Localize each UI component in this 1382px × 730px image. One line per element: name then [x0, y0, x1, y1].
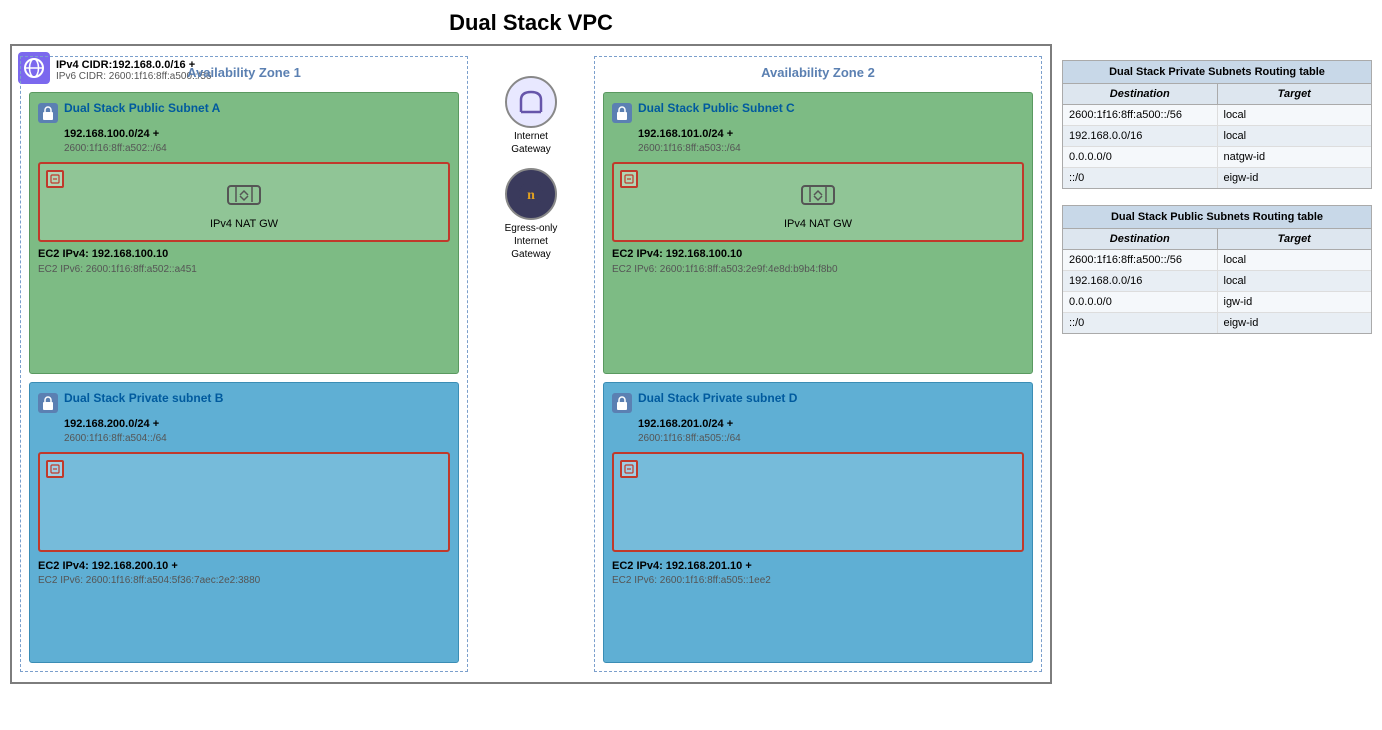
nat-gw-icon-c	[798, 174, 838, 214]
az2-column: Availability Zone 2 Dual Stack Public Su…	[594, 56, 1042, 672]
private-rt-dest-1: 192.168.0.0/16	[1063, 126, 1218, 146]
egress-gw-icon: n	[505, 168, 557, 220]
public-rt-target-2: igw-id	[1218, 292, 1372, 312]
private-rt-row-3: ::/0 eigw-id	[1063, 168, 1371, 188]
ec2-ipv4-b: EC2 IPv4: 192.168.200.10 +	[38, 558, 450, 575]
subnet-c-ipv6: 2600:1f16:8ff:a503::/64	[638, 142, 1024, 156]
resource-icon-nat-a	[46, 170, 64, 188]
resource-icon-ec2-d	[620, 460, 638, 478]
svg-text:n: n	[527, 188, 535, 203]
ec2-box-d	[612, 452, 1024, 552]
subnet-b-header: Dual Stack Private subnet B	[38, 391, 450, 413]
private-rt-header: Dual Stack Private Subnets Routing table	[1063, 61, 1371, 84]
private-rt-col1: Destination	[1063, 84, 1218, 104]
subnet-c-ipv4: 192.168.101.0/24 +	[638, 127, 1024, 142]
private-rt-target-2: natgw-id	[1218, 147, 1372, 167]
egress-gw-label: Egress-only Internet Gateway	[496, 222, 566, 261]
public-rt-dest-3: ::/0	[1063, 313, 1218, 333]
lock-icon-b	[38, 393, 58, 413]
lock-icon-d	[612, 393, 632, 413]
public-rt-col1: Destination	[1063, 229, 1218, 249]
lock-icon-a	[38, 103, 58, 123]
ec2-box-b	[38, 452, 450, 552]
subnet-private-d: Dual Stack Private subnet D 192.168.201.…	[603, 382, 1033, 664]
private-rt-dest-2: 0.0.0.0/0	[1063, 147, 1218, 167]
internet-gw-wrapper: Internet Gateway	[496, 76, 566, 156]
subnet-d-ipv6: 2600:1f16:8ff:a505::/64	[638, 432, 1024, 446]
public-rt-row-0: 2600:1f16:8ff:a500::/56 local	[1063, 250, 1371, 271]
public-rt-col2: Target	[1218, 229, 1372, 249]
public-rt-target-0: local	[1218, 250, 1372, 270]
private-rt-dest-0: 2600:1f16:8ff:a500::/56	[1063, 105, 1218, 125]
subnet-d-title: Dual Stack Private subnet D	[638, 391, 797, 407]
routing-tables: Dual Stack Private Subnets Routing table…	[1062, 10, 1372, 720]
subnet-public-a: Dual Stack Public Subnet A 192.168.100.0…	[29, 92, 459, 374]
subnet-a-ipv4: 192.168.100.0/24 +	[64, 127, 450, 142]
subnet-public-c: Dual Stack Public Subnet C 192.168.101.0…	[603, 92, 1033, 374]
subnet-a-title: Dual Stack Public Subnet A	[64, 101, 220, 117]
internet-gw-label: Internet Gateway	[496, 130, 566, 156]
nat-gw-box-a: IPv4 NAT GW	[38, 162, 450, 242]
middle-gateways: Internet Gateway n Egress-only Internet …	[476, 46, 586, 682]
public-rt-row-2: 0.0.0.0/0 igw-id	[1063, 292, 1371, 313]
public-routing-table: Dual Stack Public Subnets Routing table …	[1062, 205, 1372, 334]
subnet-b-ipv4: 192.168.200.0/24 +	[64, 417, 450, 432]
ec2-ipv4-d: EC2 IPv4: 192.168.201.10 +	[612, 558, 1024, 575]
subnet-private-b: Dual Stack Private subnet B 192.168.200.…	[29, 382, 459, 664]
private-rt-target-3: eigw-id	[1218, 168, 1372, 188]
ec2-ipv4-c: EC2 IPv4: 192.168.100.10	[612, 246, 1024, 263]
az1-title: Availability Zone 1	[29, 65, 459, 80]
ec2-ipv6-a: EC2 IPv6: 2600:1f16:8ff:a502::a451	[38, 263, 450, 277]
ec2-ipv6-c: EC2 IPv6: 2600:1f16:8ff:a503:2e9f:4e8d:b…	[612, 263, 1024, 277]
public-rt-dest-2: 0.0.0.0/0	[1063, 292, 1218, 312]
public-rt-row-1: 192.168.0.0/16 local	[1063, 271, 1371, 292]
private-rt-col-headers: Destination Target	[1063, 84, 1371, 105]
subnet-c-header: Dual Stack Public Subnet C	[612, 101, 1024, 123]
public-rt-target-1: local	[1218, 271, 1372, 291]
public-rt-row-3: ::/0 eigw-id	[1063, 313, 1371, 333]
ec2-ipv6-b: EC2 IPv6: 2600:1f16:8ff:a504:5f36:7aec:2…	[38, 574, 450, 588]
public-rt-col-headers: Destination Target	[1063, 229, 1371, 250]
page-title: Dual Stack VPC	[449, 10, 613, 36]
subnet-a-header: Dual Stack Public Subnet A	[38, 101, 450, 123]
private-rt-row-1: 192.168.0.0/16 local	[1063, 126, 1371, 147]
subnet-d-ipv4: 192.168.201.0/24 +	[638, 417, 1024, 432]
subnet-b-ipv6: 2600:1f16:8ff:a504::/64	[64, 432, 450, 446]
private-rt-target-0: local	[1218, 105, 1372, 125]
subnet-a-ipv6: 2600:1f16:8ff:a502::/64	[64, 142, 450, 156]
nat-gw-label-c: IPv4 NAT GW	[784, 218, 852, 230]
resource-icon-nat-c	[620, 170, 638, 188]
private-rt-row-2: 0.0.0.0/0 natgw-id	[1063, 147, 1371, 168]
nat-gw-icon-a	[224, 174, 264, 214]
subnet-b-title: Dual Stack Private subnet B	[64, 391, 223, 407]
private-rt-dest-3: ::/0	[1063, 168, 1218, 188]
public-rt-target-3: eigw-id	[1218, 313, 1372, 333]
subnet-d-header: Dual Stack Private subnet D	[612, 391, 1024, 413]
private-rt-target-1: local	[1218, 126, 1372, 146]
nat-gw-box-c: IPv4 NAT GW	[612, 162, 1024, 242]
ec2-ipv4-a: EC2 IPv4: 192.168.100.10	[38, 246, 450, 263]
private-rt-col2: Target	[1218, 84, 1372, 104]
subnet-c-title: Dual Stack Public Subnet C	[638, 101, 795, 117]
az2-title: Availability Zone 2	[603, 65, 1033, 80]
ec2-ipv6-d: EC2 IPv6: 2600:1f16:8ff:a505::1ee2	[612, 574, 1024, 588]
public-rt-dest-1: 192.168.0.0/16	[1063, 271, 1218, 291]
public-rt-dest-0: 2600:1f16:8ff:a500::/56	[1063, 250, 1218, 270]
lock-icon-c	[612, 103, 632, 123]
public-rt-header: Dual Stack Public Subnets Routing table	[1063, 206, 1371, 229]
egress-gw-wrapper: n Egress-only Internet Gateway	[496, 168, 566, 261]
vpc-container: IPv4 CIDR:192.168.0.0/16 + IPv6 CIDR: 26…	[10, 44, 1052, 684]
private-routing-table: Dual Stack Private Subnets Routing table…	[1062, 60, 1372, 189]
az1-column: Availability Zone 1 Dual Stack Public Su…	[20, 56, 468, 672]
nat-gw-label-a: IPv4 NAT GW	[210, 218, 278, 230]
internet-gw-icon	[505, 76, 557, 128]
resource-icon-ec2-b	[46, 460, 64, 478]
private-rt-row-0: 2600:1f16:8ff:a500::/56 local	[1063, 105, 1371, 126]
